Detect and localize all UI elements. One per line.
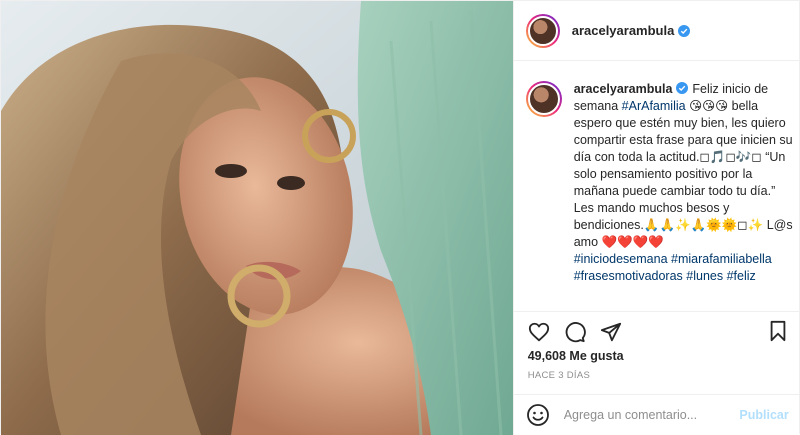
instagram-post: aracelyarambula aracelyarambula Feliz ini… xyxy=(0,0,800,435)
smiley-icon[interactable] xyxy=(526,403,550,427)
caption-body: 😘😘😘 bella espero que estén muy bien, les… xyxy=(573,99,793,198)
verified-badge-icon xyxy=(676,82,689,94)
verified-badge-icon xyxy=(678,24,691,37)
action-icons xyxy=(528,320,622,344)
caption-username[interactable]: aracelyarambula xyxy=(574,82,673,96)
caption-closing: Les mando muchos besos y bendiciones.🙏🙏✨… xyxy=(573,201,793,249)
actions-area: 49,608 Me gusta HACE 3 DÍAS xyxy=(513,311,800,391)
heart-icon[interactable] xyxy=(528,321,550,343)
share-icon[interactable] xyxy=(600,321,622,343)
avatar[interactable] xyxy=(525,13,560,48)
post-photo[interactable] xyxy=(1,1,513,435)
hashtag-link[interactable]: #ArAfamilia xyxy=(622,99,686,113)
hashtags[interactable]: #iniciodesemana #miarafamiliabella #fras… xyxy=(574,251,794,285)
caption-avatar[interactable] xyxy=(525,81,562,117)
username-link[interactable]: aracelyarambula xyxy=(572,23,675,38)
portrait-image xyxy=(1,1,513,435)
comment-input[interactable] xyxy=(563,408,740,422)
post-time[interactable]: HACE 3 DÍAS xyxy=(528,370,590,381)
comment-icon[interactable] xyxy=(564,321,586,343)
comment-box: Publicar xyxy=(513,394,800,435)
bookmark-icon[interactable] xyxy=(767,320,789,342)
publish-button[interactable]: Publicar xyxy=(739,408,788,422)
post-side-panel: aracelyarambula aracelyarambula Feliz ini… xyxy=(512,1,800,435)
post-header: aracelyarambula xyxy=(513,1,800,61)
likes-count[interactable]: 49,608 Me gusta xyxy=(528,349,624,363)
caption: aracelyarambula Feliz inicio de semana #A… xyxy=(525,81,794,285)
caption-section: aracelyarambula Feliz inicio de semana #A… xyxy=(514,61,800,311)
caption-text: aracelyarambula Feliz inicio de semana #A… xyxy=(574,81,794,285)
